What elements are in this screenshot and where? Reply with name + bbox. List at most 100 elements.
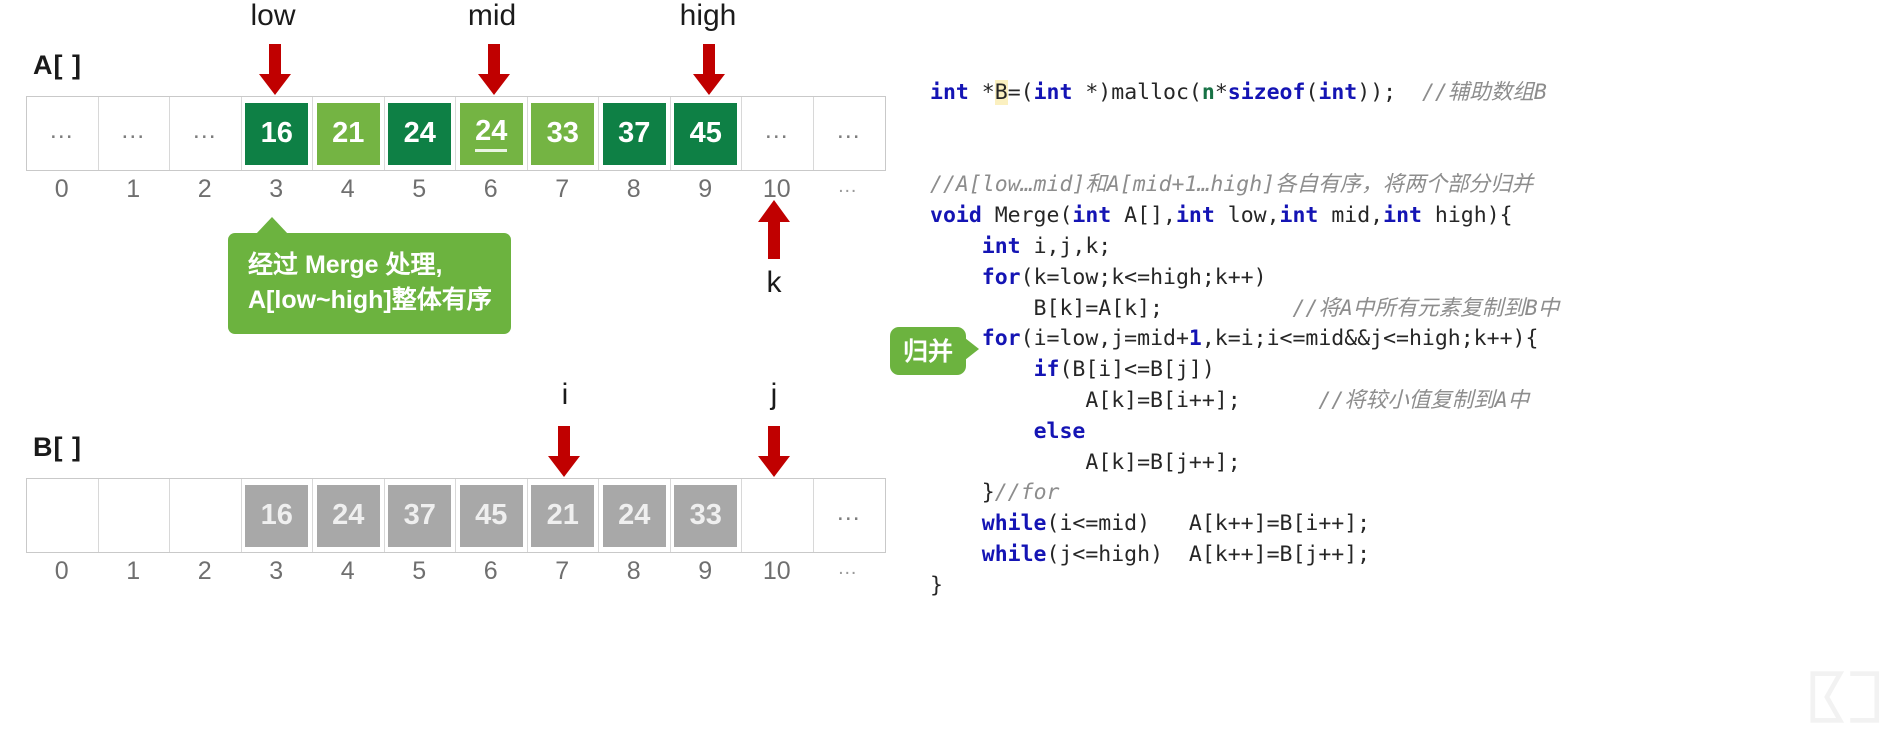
array-a-cell: 21 bbox=[313, 97, 385, 170]
code-token: while bbox=[981, 541, 1047, 567]
code-line-fn-sig: void Merge(int A[],int low,int mid,int h… bbox=[930, 201, 1880, 232]
code-token: int bbox=[1383, 203, 1422, 229]
array-a-cell: … bbox=[814, 97, 886, 170]
array-a-index-label: 8 bbox=[626, 175, 641, 203]
array-b-value-chip: 16 bbox=[245, 484, 309, 547]
array-b-index-label: 2 bbox=[197, 557, 212, 585]
code-line-if-body: A[k]=B[i++]; //将较小值复制到A中 bbox=[930, 386, 1880, 417]
arrow-low-icon bbox=[259, 44, 291, 95]
array-a-index-label: 1 bbox=[126, 175, 141, 203]
code-token: *)malloc( bbox=[1072, 80, 1202, 105]
pointer-label-i: i bbox=[561, 378, 569, 411]
array-b-cell bbox=[742, 479, 814, 552]
array-b-cell: 24 bbox=[313, 479, 385, 552]
pointer-label-mid: mid bbox=[467, 0, 517, 32]
array-b-index-label: 5 bbox=[412, 557, 427, 585]
code-block: int *B=(int *)malloc(n*sizeof(int)); //辅… bbox=[930, 78, 1880, 602]
code-line-if-cmp: if(B[i]<=B[j]) bbox=[930, 355, 1880, 386]
arrow-mid-icon bbox=[478, 44, 510, 95]
array-b-cell: 45 bbox=[456, 479, 528, 552]
array-a-cell: … bbox=[742, 97, 814, 170]
code-line-close-for: }//for bbox=[930, 478, 1880, 509]
ellipsis-text: … bbox=[835, 498, 863, 526]
code-token: (i<=mid) A[k++]=B[i++]; bbox=[1046, 511, 1371, 537]
pointer-label-k: k bbox=[766, 266, 782, 299]
array-a-value-chip: 37 bbox=[602, 102, 666, 165]
code-token: if bbox=[1033, 357, 1060, 383]
array-b-index-label: 6 bbox=[483, 557, 498, 585]
arrow-high-icon bbox=[693, 44, 725, 95]
code-token: int bbox=[930, 80, 969, 105]
code-token: mid, bbox=[1318, 203, 1384, 229]
code-line-blank1 bbox=[930, 109, 1880, 140]
arrow-i-icon bbox=[548, 426, 580, 477]
code-token: int bbox=[1072, 203, 1112, 229]
array-a-cell: … bbox=[27, 97, 99, 170]
code-token: * bbox=[1214, 80, 1228, 105]
array-b-value-chip: 24 bbox=[316, 484, 380, 547]
array-b-cell bbox=[170, 479, 242, 552]
code-token: //将较小值复制到A中 bbox=[1318, 387, 1530, 413]
code-token: i,j,k; bbox=[1020, 233, 1112, 259]
array-b-index-label: 0 bbox=[54, 557, 69, 585]
array-b-cell: 16 bbox=[242, 479, 313, 552]
code-token: A[k]=B[i++]; bbox=[930, 387, 1319, 413]
array-a-cell: … bbox=[170, 97, 242, 170]
code-line-comment-merge: //A[low…mid]和A[mid+1…high]各自有序，将两个部分归并 bbox=[930, 170, 1880, 201]
code-token: int bbox=[1318, 80, 1358, 105]
code-token: int bbox=[981, 233, 1021, 259]
array-b-value-chip: 21 bbox=[531, 484, 595, 547]
code-token: 1 bbox=[1188, 326, 1202, 352]
array-b: 16 24 37 45 21 24 33… bbox=[26, 478, 886, 553]
array-b-value-chip: 45 bbox=[459, 484, 523, 547]
array-b-index-row: 0 1 2 3 4 5 6 7 8 9 10… bbox=[26, 557, 884, 586]
code-token: A[k]=B[j++]; bbox=[930, 449, 1241, 475]
array-a-cell: … bbox=[99, 97, 170, 170]
array-b-value-chip: 33 bbox=[674, 484, 738, 547]
array-a-value-chip: 24 bbox=[459, 102, 523, 165]
code-line-while-j: while(j<=high) A[k++]=B[j++]; bbox=[930, 540, 1880, 571]
diagram-canvas: A[ ] low mid high ……… 16 21 24 24 33 37 45…… 01… bbox=[0, 0, 1889, 723]
code-line-for-merge: for(i=low,j=mid+1,k=i;i<=mid&&j<=high;k+… bbox=[930, 324, 1880, 355]
array-a-index-label: 2 bbox=[197, 175, 212, 203]
ellipsis-text: … bbox=[835, 116, 863, 144]
array-a-index-label: 0 bbox=[54, 175, 69, 203]
code-line-copy-body: B[k]=A[k]; //将A中所有元素复制到B中 bbox=[930, 294, 1880, 325]
array-a-label: A[ ] bbox=[33, 50, 82, 80]
code-token: =( bbox=[1007, 80, 1034, 105]
code-token: Merge( bbox=[981, 203, 1073, 229]
code-token: while bbox=[981, 511, 1047, 537]
code-token: A[], bbox=[1111, 203, 1176, 229]
array-a-cell: 16 bbox=[242, 97, 313, 170]
array-a-index-label: 3 bbox=[269, 175, 284, 203]
code-token: * bbox=[968, 80, 995, 105]
code-line-else-body: A[k]=B[j++]; bbox=[930, 448, 1880, 479]
array-b-index-label: … bbox=[837, 557, 860, 579]
code-token: (j<=high) A[k++]=B[j++]; bbox=[1046, 541, 1371, 567]
code-token: //将A中所有元素复制到B中 bbox=[1292, 295, 1560, 321]
code-token: (i=low,j=mid+ bbox=[1020, 326, 1189, 352]
arrow-k-icon bbox=[758, 200, 790, 259]
code-token: B bbox=[994, 80, 1008, 105]
code-token: //for bbox=[994, 480, 1060, 506]
code-line-malloc: int *B=(int *)malloc(n*sizeof(int)); //辅… bbox=[930, 78, 1880, 109]
array-a-index-label: 9 bbox=[698, 175, 713, 203]
code-token: high){ bbox=[1421, 203, 1513, 229]
code-token: (k=low;k<=high;k++) bbox=[1020, 264, 1267, 290]
pointer-label-j: j bbox=[770, 378, 778, 411]
code-token: ,k=i;i<=mid&&j<=high;k++){ bbox=[1201, 326, 1539, 352]
array-b-cell: … bbox=[814, 479, 886, 552]
code-token: //辅助数组B bbox=[1421, 80, 1547, 105]
array-b-index-label: 7 bbox=[555, 557, 570, 585]
array-b-index-label: 9 bbox=[698, 557, 713, 585]
code-token: int bbox=[1175, 203, 1215, 229]
array-a-value-chip: 21 bbox=[316, 102, 380, 165]
ellipsis-text: … bbox=[120, 116, 148, 144]
pointer-label-low: low bbox=[250, 0, 296, 32]
array-a-index-label: … bbox=[837, 175, 860, 197]
